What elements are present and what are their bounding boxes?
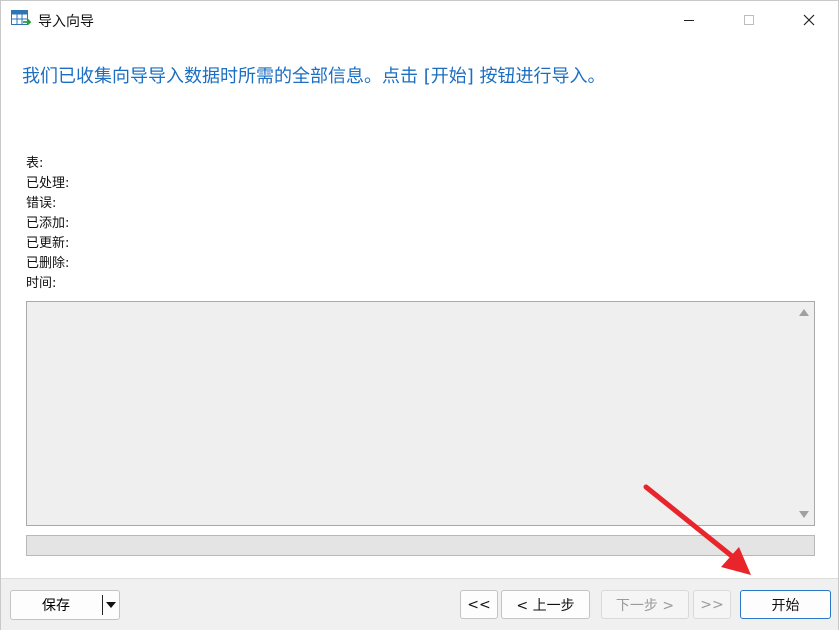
previous-step-button[interactable]: < 上一步 [501, 590, 590, 619]
stat-tables-label: 表: [26, 156, 44, 171]
import-log-box[interactable] [26, 301, 815, 526]
close-icon [803, 14, 815, 26]
stat-time-label: 时间: [26, 276, 57, 291]
start-button[interactable]: 开始 [740, 590, 831, 619]
import-wizard-window: 导入向导 我们已收集向导导入数据时所需的全部信息。点击 [开始] 按钮进行导入。… [0, 0, 839, 630]
import-stats: 表: 已处理: 错误: 已添加: 已更新: 已删除: 时间: [26, 154, 69, 294]
stat-deleted-label: 已删除: [26, 256, 70, 271]
next-step-button[interactable]: 下一步 > [601, 590, 689, 619]
minimize-button[interactable] [659, 1, 719, 39]
maximize-button[interactable] [719, 1, 779, 39]
split-divider [102, 595, 103, 615]
first-step-button[interactable]: << [460, 590, 498, 619]
table-import-icon [11, 10, 33, 28]
minimize-icon [684, 19, 694, 21]
import-progress-bar [26, 535, 815, 556]
stat-processed-label: 已处理: [26, 176, 70, 191]
wizard-footer: 保存 << < 上一步 下一步 > >> 开始 [1, 578, 838, 630]
dropdown-arrow-icon[interactable] [106, 602, 116, 608]
close-button[interactable] [779, 1, 839, 39]
stat-errors-label: 错误: [26, 196, 57, 211]
title-bar[interactable]: 导入向导 [1, 1, 838, 39]
save-split-button[interactable]: 保存 [10, 590, 120, 620]
window-title: 导入向导 [38, 14, 94, 30]
last-step-button[interactable]: >> [693, 590, 731, 619]
scroll-down-arrow-icon[interactable] [799, 511, 809, 518]
scroll-up-arrow-icon[interactable] [799, 309, 809, 316]
save-button[interactable]: 保存 [11, 591, 101, 619]
stat-added-label: 已添加: [26, 216, 70, 231]
page-heading: 我们已收集向导导入数据时所需的全部信息。点击 [开始] 按钮进行导入。 [22, 66, 606, 87]
maximize-icon [744, 15, 754, 25]
stat-updated-label: 已更新: [26, 236, 70, 251]
log-scrollbar[interactable] [794, 302, 814, 525]
